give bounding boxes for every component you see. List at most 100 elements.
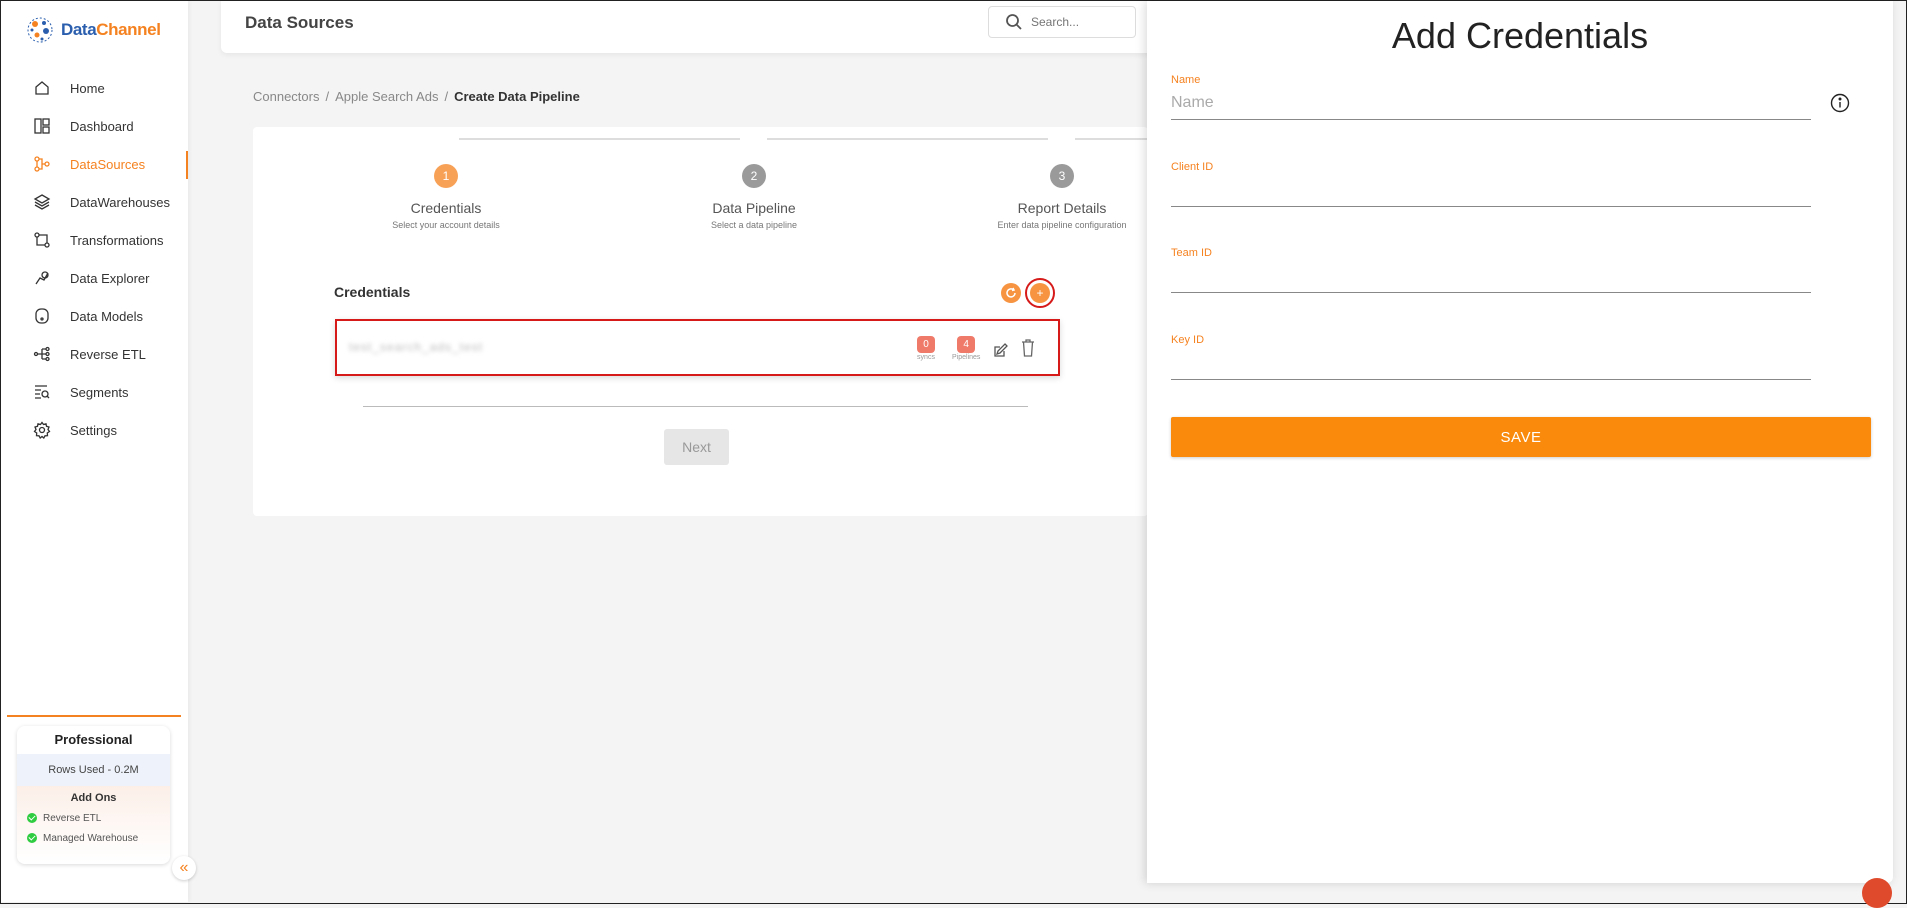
sidebar-item-home[interactable]: Home: [1, 69, 188, 107]
plan-name: Professional: [54, 732, 133, 747]
client-id-label: Client ID: [1171, 161, 1214, 173]
search-icon: [1005, 13, 1023, 31]
team-id-input[interactable]: [1171, 259, 1811, 293]
drawer-title: Add Credentials: [1391, 15, 1649, 56]
step-data-pipeline[interactable]: 2 Data Pipeline Select a data pipeline: [644, 164, 864, 230]
step-number: 2: [742, 164, 766, 188]
pipelines-badge: 4 Pipelines: [952, 334, 980, 361]
breadcrumb-current: Create Data Pipeline: [454, 89, 580, 104]
segments-icon: [32, 382, 52, 402]
info-icon[interactable]: [1830, 93, 1850, 113]
team-id-label: Team ID: [1171, 247, 1212, 259]
addons-title: Add Ons: [70, 792, 117, 804]
logo[interactable]: DataChannel: [25, 15, 161, 45]
rows-used: Rows Used - 0.2M: [17, 754, 170, 786]
step-credentials[interactable]: 1 Credentials Select your account detail…: [336, 164, 556, 230]
sidebar-item-datasources[interactable]: DataSources: [1, 145, 188, 183]
addons-section: Add Ons Reverse ETL Managed Warehouse: [17, 786, 170, 862]
brand-name-part1: Data: [61, 20, 97, 39]
refresh-button[interactable]: [1001, 283, 1021, 303]
syncs-count: 0: [917, 336, 935, 353]
sidebar-item-label: Data Models: [70, 308, 143, 324]
sidebar-item-label: Data Explorer: [70, 270, 150, 286]
sidebar-nav: Home Dashboard DataSources DataWarehouse…: [1, 69, 188, 449]
key-id-label: Key ID: [1171, 334, 1205, 346]
plan-card: Professional Rows Used - 0.2M Add Ons Re…: [17, 726, 170, 864]
sidebar-item-label: Reverse ETL: [70, 346, 146, 362]
plus-icon: +: [1036, 286, 1044, 300]
settings-icon: [32, 420, 52, 440]
client-id-field: Client ID: [1171, 161, 1811, 207]
syncs-badge: 0 syncs: [917, 334, 935, 361]
dashboard-icon: [32, 116, 52, 136]
save-button[interactable]: SAVE: [1171, 417, 1871, 457]
sidebar-item-label: Home: [70, 80, 105, 96]
step-number: 3: [1050, 164, 1074, 188]
name-field: Name: [1171, 74, 1811, 120]
sidebar: DataChannel Home Dashboard DataSources D…: [1, 1, 188, 902]
edit-icon[interactable]: [992, 341, 1010, 359]
credential-name: test_search_ads_test: [349, 340, 484, 354]
breadcrumb-item-connectors[interactable]: Connectors: [253, 89, 319, 104]
sidebar-item-label: DataSources: [70, 156, 146, 172]
step-subtitle: Select a data pipeline: [710, 220, 798, 230]
sidebar-item-data-models[interactable]: Data Models: [1, 297, 188, 335]
reverse-etl-icon: [32, 344, 52, 364]
stepper-connector: [767, 138, 1048, 140]
sidebar-item-label: Segments: [70, 384, 129, 400]
sidebar-divider: [7, 715, 181, 717]
check-icon: [27, 833, 37, 843]
transform-icon: [32, 230, 52, 250]
credential-row[interactable]: test_search_ads_test 0 syncs 4 Pipelines: [335, 319, 1060, 376]
breadcrumb-item-apple-search-ads[interactable]: Apple Search Ads: [335, 89, 438, 104]
syncs-label: syncs: [917, 354, 935, 361]
sidebar-item-reverse-etl[interactable]: Reverse ETL: [1, 335, 188, 373]
brand-name-part2: Channel: [96, 20, 161, 39]
step-report-details[interactable]: 3 Report Details Enter data pipeline con…: [952, 164, 1172, 230]
addon-item: Managed Warehouse: [17, 828, 170, 848]
check-icon: [27, 813, 37, 823]
key-id-input[interactable]: [1171, 346, 1811, 380]
step-subtitle: Select your account details: [392, 220, 500, 230]
refresh-icon: [1006, 287, 1016, 298]
team-id-field: Team ID: [1171, 247, 1811, 293]
search-box[interactable]: [988, 6, 1136, 38]
sidebar-item-label: Transformations: [70, 232, 164, 248]
divider: [363, 406, 1028, 407]
collapse-sidebar-button[interactable]: «: [172, 856, 196, 880]
datachannel-logo-icon: [25, 15, 55, 45]
sidebar-item-label: Dashboard: [70, 118, 134, 134]
sidebar-item-segments[interactable]: Segments: [1, 373, 188, 411]
addon-label: Managed Warehouse: [43, 832, 139, 844]
next-button[interactable]: Next: [664, 429, 729, 465]
pipelines-count: 4: [957, 336, 976, 353]
addon-item: Reverse ETL: [17, 808, 170, 828]
top-header: Data Sources: [221, 1, 1156, 53]
step-number: 1: [434, 164, 458, 188]
client-id-input[interactable]: [1171, 173, 1811, 207]
add-credentials-drawer: Add Credentials Name Client ID Team ID K…: [1147, 1, 1893, 883]
double-chevron-left-icon: «: [179, 859, 189, 876]
layers-icon: [32, 192, 52, 212]
step-title: Credentials: [410, 200, 482, 216]
sidebar-item-dashboard[interactable]: Dashboard: [1, 107, 188, 145]
addon-label: Reverse ETL: [43, 812, 102, 824]
sidebar-item-datawarehouses[interactable]: DataWarehouses: [1, 183, 188, 221]
brand-name: DataChannel: [61, 20, 161, 40]
trash-icon[interactable]: [1019, 338, 1037, 357]
datasources-icon: [32, 154, 52, 174]
step-title: Report Details: [1017, 200, 1107, 216]
stepper-connector: [459, 138, 740, 140]
breadcrumb: Connectors / Apple Search Ads / Create D…: [253, 89, 580, 104]
add-credential-button[interactable]: +: [1030, 283, 1050, 303]
credentials-title: Credentials: [334, 284, 411, 300]
sidebar-item-transformations[interactable]: Transformations: [1, 221, 188, 259]
pipelines-label: Pipelines: [952, 354, 981, 361]
breadcrumb-separator: /: [444, 89, 449, 104]
sidebar-item-label: Settings: [70, 422, 117, 438]
name-input[interactable]: [1171, 86, 1811, 120]
page-title: Data Sources: [245, 13, 354, 32]
sidebar-item-data-explorer[interactable]: Data Explorer: [1, 259, 188, 297]
search-input[interactable]: [1029, 14, 1133, 30]
sidebar-item-settings[interactable]: Settings: [1, 411, 188, 449]
